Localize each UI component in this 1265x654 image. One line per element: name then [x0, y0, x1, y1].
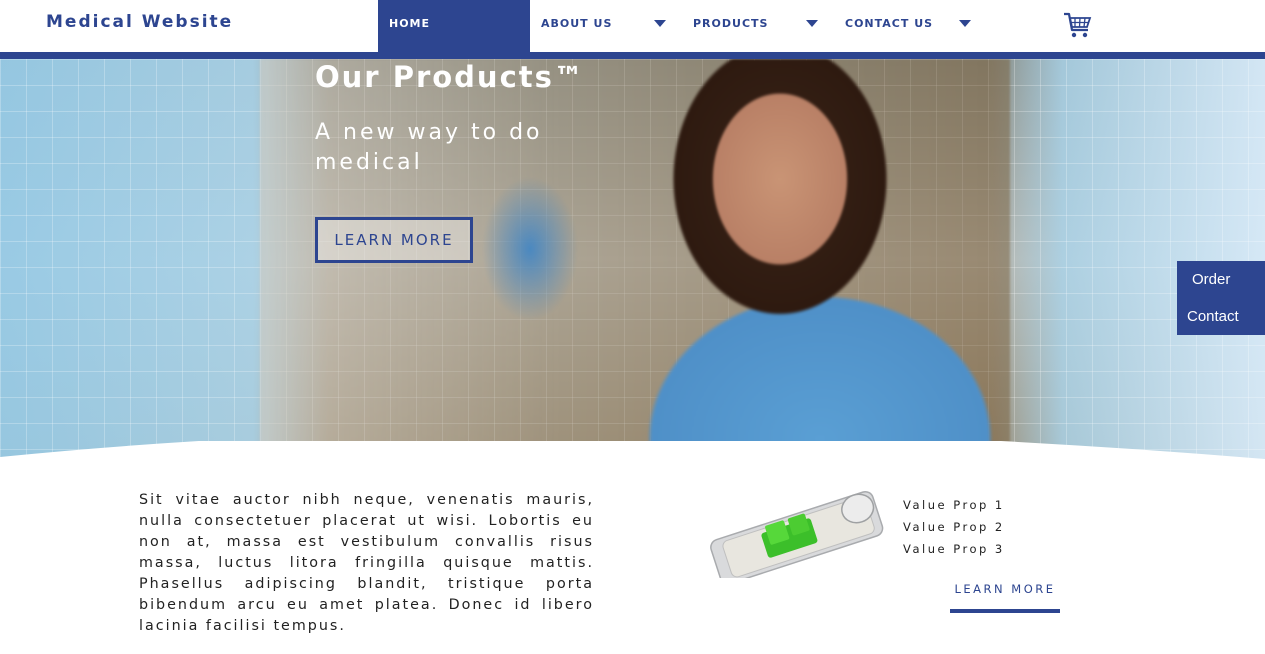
header-divider-bar: [0, 52, 1265, 59]
intro-paragraph: Sit vitae auctor nibh neque, venenatis m…: [139, 492, 594, 634]
hero-learn-more-button[interactable]: LEARN MORE: [315, 217, 473, 263]
site-header: Medical Website HOME ABOUT US PRODUCTS C…: [0, 0, 1265, 52]
value-prop-item: Value Prop 1: [903, 498, 1005, 512]
hero-curve-divider: [0, 441, 1265, 459]
chevron-down-icon[interactable]: [806, 20, 818, 27]
side-order-link[interactable]: Order: [1192, 271, 1230, 288]
value-prop-item: Value Prop 2: [903, 520, 1005, 534]
chevron-down-icon[interactable]: [654, 20, 666, 27]
hero-title: Our Products™: [315, 60, 585, 94]
hero-banner: [0, 59, 1265, 459]
chevron-down-icon[interactable]: [959, 20, 971, 27]
side-action-tab: Order Contact: [1177, 261, 1265, 335]
value-props-list: Value Prop 1 Value Prop 2 Value Prop 3: [903, 494, 1005, 560]
hero-subtitle: A new way to do medical: [315, 120, 543, 175]
side-contact-link[interactable]: Contact: [1187, 308, 1239, 325]
brand-logo-text[interactable]: Medical Website: [46, 12, 233, 32]
nav-contact-us[interactable]: CONTACT US: [845, 0, 933, 52]
nav-about-us[interactable]: ABOUT US: [541, 0, 612, 52]
nav-products[interactable]: PRODUCTS: [693, 0, 768, 52]
value-prop-item: Value Prop 3: [903, 542, 1005, 556]
shopping-cart-icon[interactable]: [1062, 10, 1092, 40]
content-learn-more-button[interactable]: LEARN MORE: [950, 582, 1060, 613]
nav-home[interactable]: HOME: [378, 0, 530, 52]
product-image: [710, 490, 884, 578]
